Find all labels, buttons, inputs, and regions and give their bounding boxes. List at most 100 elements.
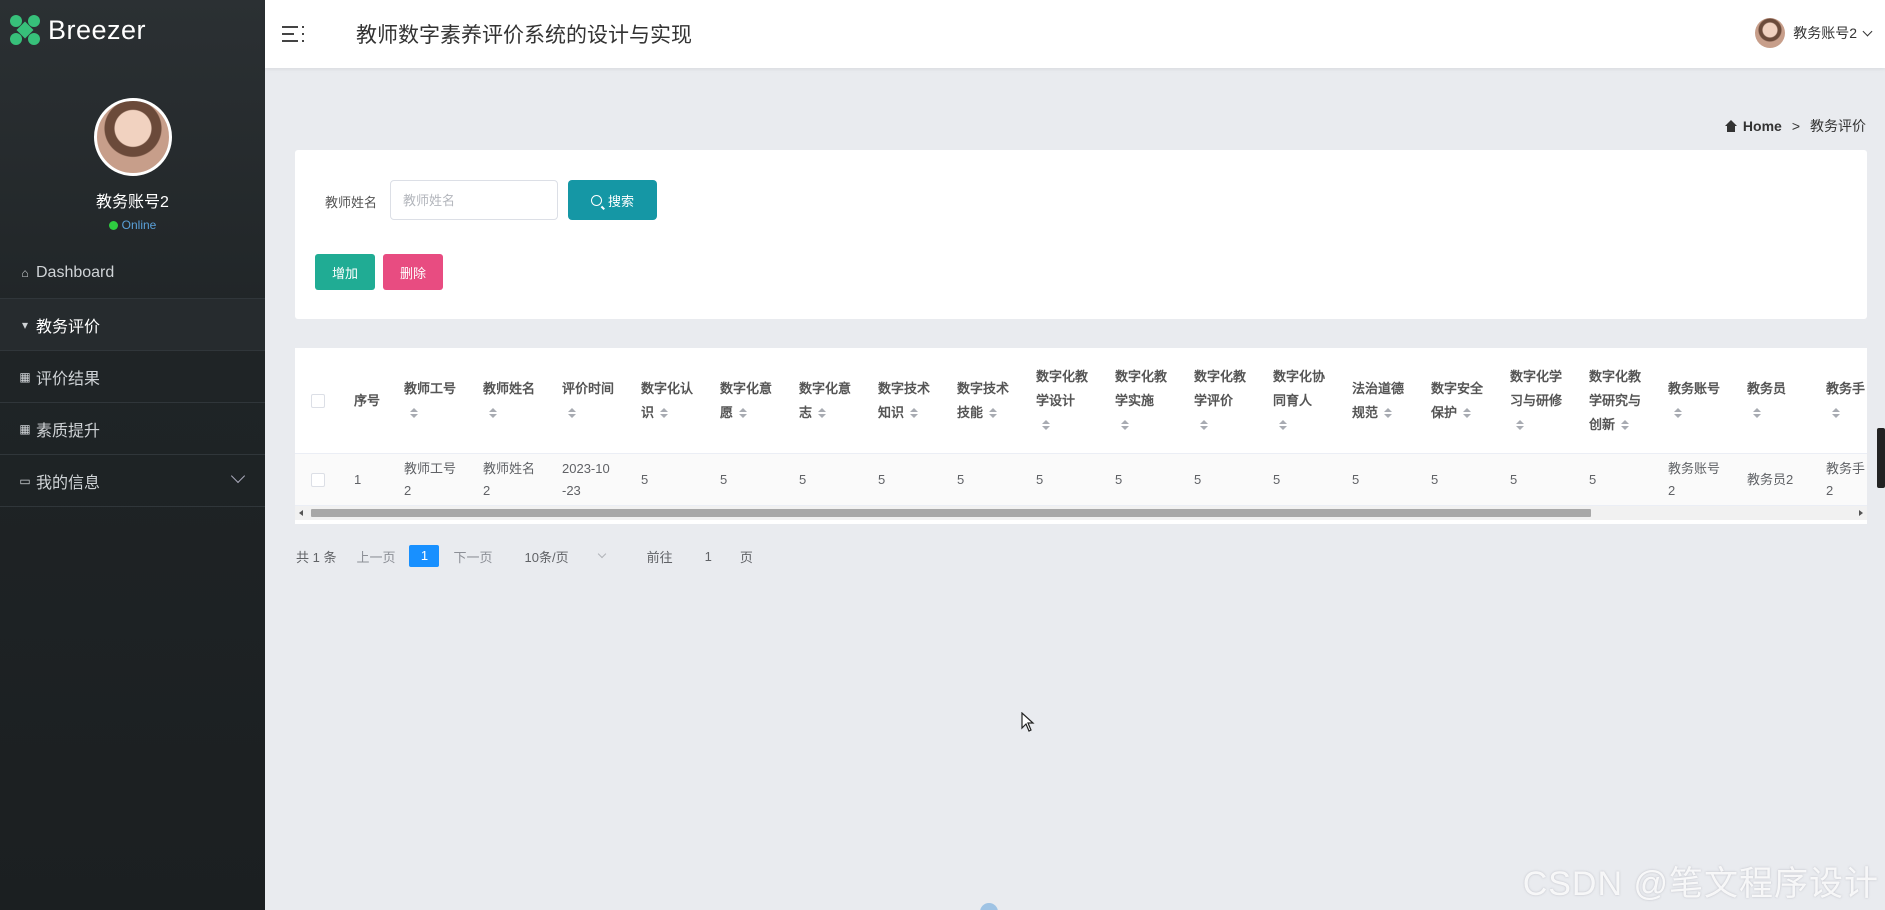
search-icon [590,194,602,206]
search-button-label: 搜索 [607,193,634,209]
user-dropdown[interactable]: 教务账号2 [1755,18,1873,48]
page-size-select[interactable]: 10条/页 [525,547,606,566]
table-cell: 教务账号 2 [1668,461,1721,498]
sort-icon[interactable] [1384,407,1393,420]
breezer-logo-icon [10,15,40,45]
pagination: 共 1 条 上一页 1 下一页 10条/页 前往 1 页 [296,545,753,567]
select-all-checkbox[interactable] [311,348,325,454]
sidebar-item-evaluation-results[interactable]: ▦ 评价结果 [0,351,265,403]
sidebar-menu: ⌂ Dashboard ▾ 教务评价 ▦ 评价结果 ▦ 素质提升 ▭ 我的信息 [0,247,265,507]
sidebar-item-my-info[interactable]: ▭ 我的信息 [0,455,265,507]
column-header[interactable]: 数字技术 知识 [878,348,930,454]
table-cell: 5 [641,472,649,487]
column-header[interactable]: 教师工号 [404,348,456,454]
page-title: 教师数字素养评价系统的设计与实现 [356,24,692,47]
breadcrumb: Home > 教务评价 [1724,116,1866,136]
sidebar-item-quality-improvement[interactable]: ▦ 素质提升 [0,403,265,455]
sidebar-item-label: 素质提升 [36,422,101,440]
column-header[interactable]: 数字化认识 [641,348,693,454]
sort-icon[interactable] [739,407,748,420]
column-header[interactable]: 数字化意愿 [720,348,772,454]
sidebar-item-dashboard[interactable]: ⌂ Dashboard [0,247,265,299]
column-header[interactable]: 数字化教 学设计 [1036,348,1088,454]
sort-icon[interactable] [1753,407,1761,420]
chevron-down-icon [597,549,606,559]
column-header[interactable]: 评价时间 [562,348,614,454]
prev-page-button[interactable]: 上一页 [356,547,395,566]
search-button[interactable]: 搜索 [568,180,657,220]
breadcrumb-home[interactable]: Home [1743,118,1782,134]
column-header[interactable]: 教师姓名 [483,348,535,454]
sort-icon[interactable] [910,407,919,420]
vertical-scrollbar[interactable] [1877,428,1885,488]
avatar [93,98,172,176]
sort-icon[interactable] [1516,419,1524,432]
sort-icon[interactable] [1279,419,1287,432]
sidebar-item-teaching-evaluation[interactable]: ▾ 教务评价 [0,299,265,351]
chevron-down-icon [1862,26,1873,36]
column-header[interactable]: 序号 [354,348,380,454]
table-cell: 2023-10 -23 [562,461,610,498]
table-cell: 5 [1510,472,1518,487]
sort-icon[interactable] [1674,407,1682,420]
column-header[interactable]: 教务手 [1826,348,1865,454]
column-header[interactable]: 法治道德 规范 [1352,348,1404,454]
table-row[interactable]: 1 教师工号 2 教师姓名 2 2023-10 -23 5 5 5 5 5 5 … [295,454,1867,506]
status-text: Online [121,218,157,232]
table-cell: 5 [799,472,807,487]
sort-icon[interactable] [660,407,669,420]
goto-page-input[interactable]: 1 [705,549,712,564]
column-header[interactable]: 数字化意志 [799,348,851,454]
scroll-right-icon[interactable] [1859,510,1863,516]
sort-icon[interactable] [1621,419,1630,432]
column-header[interactable]: 数字安全 保护 [1431,348,1483,454]
table-cell: 5 [1352,472,1360,487]
grid-icon: ▦ [19,369,31,384]
checkbox[interactable] [311,473,325,487]
sort-icon[interactable] [1463,407,1472,420]
status-dot-icon [108,220,118,230]
search-input[interactable] [390,180,558,220]
row-checkbox[interactable] [311,454,325,506]
goto-suffix: 页 [739,549,753,565]
sidebar-item-label: 教务评价 [36,318,101,336]
table-cell: 5 [720,472,728,487]
scrollbar-thumb[interactable] [311,509,1591,517]
column-header[interactable]: 数字化教 学评价 [1194,348,1246,454]
delete-button[interactable]: 删除 [383,254,443,290]
brand[interactable]: Breezer [0,0,265,60]
column-header[interactable]: 教务员 [1747,348,1786,454]
sort-icon[interactable] [489,407,497,420]
column-header[interactable]: 数字化协 同育人 [1273,348,1325,454]
search-label: 教师姓名 [325,195,378,210]
sort-icon[interactable] [410,407,418,420]
pagination-total: 共 1 条 [296,549,337,565]
sort-icon[interactable] [818,407,827,420]
column-header[interactable]: 数字化学 习与研修 [1510,348,1562,454]
sort-icon[interactable] [1121,419,1129,432]
sort-icon[interactable] [989,407,998,420]
column-header[interactable]: 数字技术 技能 [957,348,1009,454]
column-header[interactable]: 数字化教 学研究与 创新 [1589,348,1641,454]
card-icon: ▭ [19,473,31,488]
sort-icon[interactable] [1832,407,1840,420]
table-cell: 教务手 2 [1826,461,1866,498]
avatar [1755,18,1786,48]
sort-icon[interactable] [1200,419,1208,432]
sort-icon[interactable] [1042,419,1050,432]
table-header: 序号 教师工号 教师姓名 评价时间 数字化认识 数字化意愿 数字化意志 数字技术… [295,348,1867,454]
column-header[interactable]: 数字化教 学实施 [1115,348,1167,454]
table-cell: 5 [1273,472,1281,487]
checkbox[interactable] [311,394,325,408]
sort-icon[interactable] [568,407,576,420]
scroll-left-icon[interactable] [299,510,303,516]
table-cell: 5 [1115,472,1123,487]
page-number-button[interactable]: 1 [409,545,440,567]
next-page-button[interactable]: 下一页 [453,547,492,566]
column-header[interactable]: 教务账号 [1668,348,1720,454]
horizontal-scrollbar[interactable] [295,506,1867,520]
add-button[interactable]: 增加 [315,254,375,290]
table-cell: 5 [1431,472,1439,487]
menu-toggle-icon[interactable] [282,24,304,44]
grid-icon: ▦ [19,421,31,436]
